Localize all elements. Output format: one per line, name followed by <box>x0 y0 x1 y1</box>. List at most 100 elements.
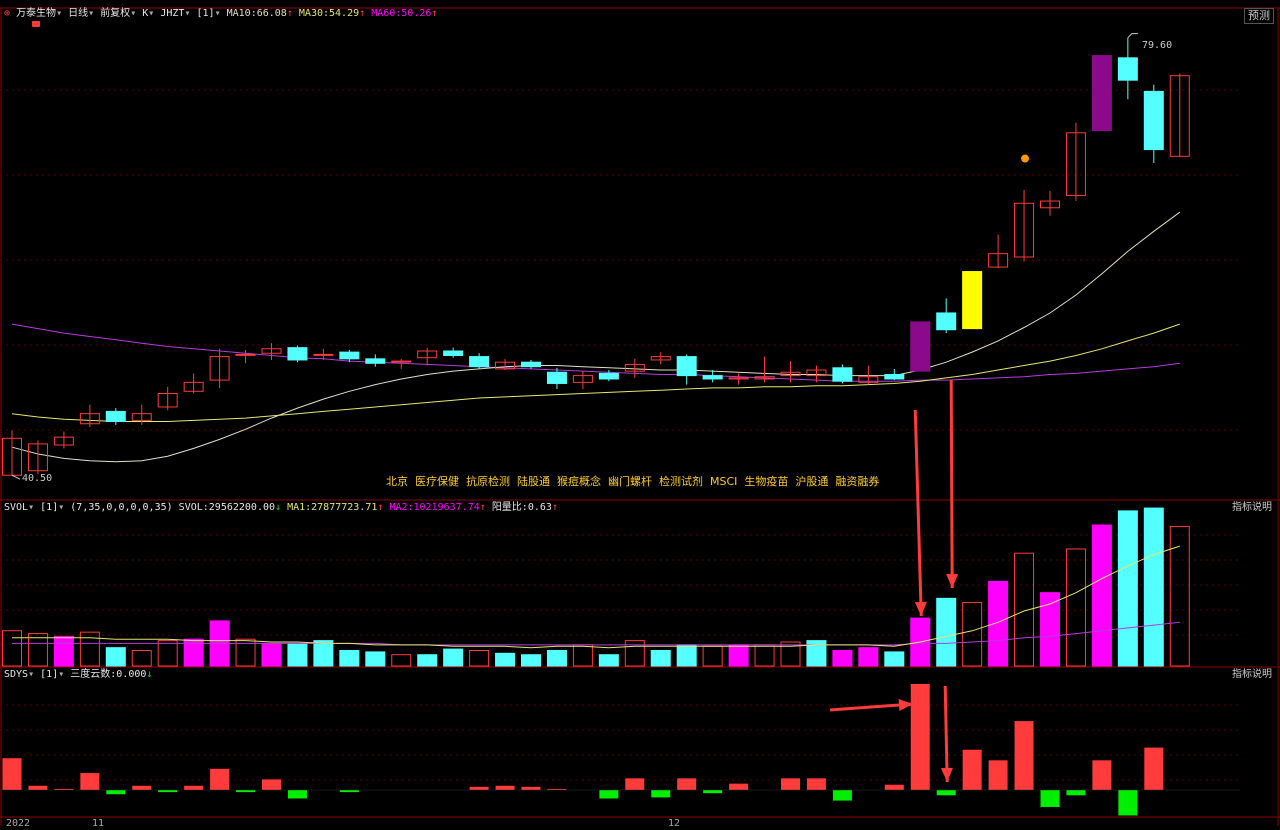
annotation-arrow-head <box>914 601 927 616</box>
concept-tag[interactable]: MSCI <box>710 475 737 488</box>
chart-canvas <box>0 7 1280 826</box>
concept-tag[interactable]: 抗原检测 <box>466 475 510 488</box>
high-price-label: 79.60 <box>1142 40 1173 51</box>
concept-tag[interactable]: 北京 <box>386 475 408 488</box>
volume-bar <box>702 645 723 667</box>
candle-body <box>1143 90 1164 151</box>
sdys-bar <box>962 749 982 790</box>
volume-bar <box>287 642 308 667</box>
concept-tag[interactable]: 陆股通 <box>517 475 550 488</box>
volume-header: SVOL▾ [1]▾ (7,35,0,0,0,0,35) SVOL:295622… <box>4 502 558 513</box>
annotation-arrow <box>943 685 949 783</box>
stock-name[interactable]: 万泰生物 <box>16 8 56 19</box>
volume-bar <box>53 635 74 667</box>
sdys-bar <box>988 760 1008 790</box>
volume-bar <box>754 644 775 667</box>
candle-body <box>235 353 256 356</box>
ma10-line <box>11 211 1181 463</box>
low-price-pointer <box>11 474 21 480</box>
concept-tag[interactable]: 融资融券 <box>835 475 879 488</box>
volume-explain-button[interactable]: 指标说明 <box>1232 502 1272 514</box>
candle-body <box>676 356 697 377</box>
indicator-selector[interactable]: JHZT <box>160 8 184 19</box>
concept-tag[interactable]: 检测试剂 <box>659 475 703 488</box>
sdys-bar <box>1066 790 1086 796</box>
sdys-bar <box>599 790 619 799</box>
concept-tag[interactable]: 生物疫苗 <box>744 475 788 488</box>
svol-param: [1] <box>40 502 59 513</box>
candle-body <box>832 367 853 382</box>
sdys-bar <box>651 790 671 798</box>
sdys-bar <box>1118 790 1138 816</box>
predict-button[interactable]: 预测 <box>1244 8 1274 24</box>
sdys-explain-button[interactable]: 指标说明 <box>1232 669 1272 681</box>
sdys-name[interactable]: SDYS <box>4 669 28 680</box>
date-label-year: 2022 <box>6 818 31 829</box>
concept-tags: 北京 医疗保健 抗原检测 陆股通 猴痘概念 幽门螺杆 检测试剂 MSCI 生物疫苗 沪股通 融资融券 <box>386 476 886 488</box>
volume-bar <box>598 654 619 667</box>
sdys-bar <box>832 790 852 801</box>
event-marker-icon[interactable] <box>32 21 40 27</box>
concept-tag[interactable]: 幽门螺杆 <box>608 475 652 488</box>
status-dot-icon: ⊕ <box>4 8 11 19</box>
sdys-bar <box>703 790 723 794</box>
volume-bar <box>157 640 178 667</box>
sdys-bar <box>1144 747 1164 790</box>
candle-body <box>1117 57 1138 81</box>
annotation-arrow-head <box>946 573 959 588</box>
volume-bar <box>832 649 853 667</box>
candle-body <box>910 321 931 372</box>
candle-body <box>546 371 567 384</box>
date-label-dec: 12 <box>668 818 681 829</box>
candle-body <box>391 360 412 363</box>
candle-body <box>962 271 983 330</box>
candle-body <box>105 410 126 422</box>
sdys-bar <box>1014 721 1034 790</box>
sdys-bar <box>521 786 541 790</box>
sdys-bar <box>339 790 359 793</box>
ma10-readout: MA10:66.08 <box>226 8 287 19</box>
period-selector[interactable]: 日线 <box>68 8 88 19</box>
sdys-header: SDYS▾ [1]▾ 三度云数:0.000↓ <box>4 669 153 680</box>
sdys-bar <box>469 786 489 790</box>
ma30-readout: MA30:54.29 <box>298 8 360 19</box>
sdys-readout: 三度云数:0.000 <box>70 669 147 680</box>
svol-name[interactable]: SVOL <box>4 502 28 513</box>
volume-bar <box>469 649 490 667</box>
adjust-selector[interactable]: 前复权 <box>100 8 130 19</box>
concept-tag[interactable]: 猴痘概念 <box>557 475 601 488</box>
sdys-bar <box>132 785 152 790</box>
sdys-bar <box>495 785 515 790</box>
volume-bar <box>417 654 438 667</box>
volume-bar <box>27 633 48 667</box>
volume-bar <box>1117 510 1138 667</box>
sdys-bar <box>262 779 281 790</box>
volume-bar <box>79 631 100 667</box>
volume-bar <box>572 644 593 667</box>
volume-bar <box>2 630 22 667</box>
volume-bar <box>546 649 567 667</box>
sdys-bar <box>677 778 697 790</box>
concept-tag[interactable]: 沪股通 <box>795 475 828 488</box>
low-price-label: 40.50 <box>22 473 53 484</box>
sdys-bar <box>1040 790 1060 807</box>
candle-body <box>313 353 334 356</box>
candle-body <box>365 358 386 364</box>
sdys-bar <box>2 758 22 790</box>
sdys-bar <box>210 768 230 790</box>
volume-bar <box>650 649 671 667</box>
indicator-param: [1] <box>196 8 215 19</box>
volume-bar <box>313 640 334 667</box>
candle-body <box>936 312 957 331</box>
coin-bag-icon <box>1021 154 1030 163</box>
volume-bar <box>676 644 697 667</box>
ma30-line <box>11 323 1180 422</box>
candle-body <box>1091 55 1112 132</box>
candle-body <box>884 374 905 380</box>
sdys-bar <box>910 684 930 790</box>
volume-bar <box>495 652 516 667</box>
volume-bar <box>365 651 386 667</box>
volume-bar <box>131 649 152 667</box>
volume-bar <box>884 651 905 667</box>
concept-tag[interactable]: 医疗保健 <box>415 475 459 488</box>
